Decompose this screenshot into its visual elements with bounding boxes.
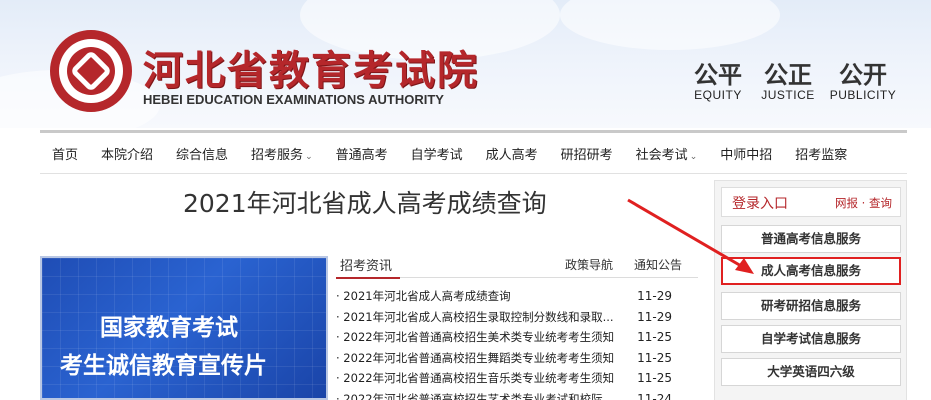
nav-item-social-exam[interactable]: 社会考试 ⌄ — [624, 144, 709, 163]
list-item[interactable]: · 2022年河北省普通高校招生音乐类专业统考考生须知 11-25 — [336, 368, 698, 389]
list-item[interactable]: · 2022年河北省普通高校招生艺术类专业考试和校际... 11-24 — [336, 389, 698, 400]
exam-authority-seal-icon[interactable] — [50, 30, 132, 112]
motto-justice: 公正 JUSTICE — [753, 60, 823, 103]
page-title: 2021年河北省成人高考成绩查询 — [183, 189, 547, 218]
nav-item-label: 研招研考 — [560, 147, 613, 163]
news-title[interactable]: · 2021年河北省成人高考成绩查询 — [336, 288, 632, 304]
header-cloud-decoration — [560, 0, 780, 50]
tab-admission-news[interactable]: 招考资讯 — [335, 255, 401, 279]
service-sidebar: 登录入口 网报 · 查询 普通高考信息服务 成人高考信息服务 研考研招信息服务 … — [714, 180, 907, 400]
motto-equity: 公平 EQUITY — [683, 60, 753, 103]
news-list: · 2021年河北省成人高考成绩查询 11-29 · 2021年河北省成人高校招生… — [336, 286, 698, 400]
motto-publicity: 公开 PUBLICITY — [828, 60, 898, 103]
nav-item-admission-service[interactable]: 招考服务 ⌄ — [239, 144, 324, 163]
nav-item-label: 社会考试 — [635, 147, 688, 163]
news-title[interactable]: · 2022年河北省普通高校招生音乐类专业统考考生须知 — [336, 370, 632, 386]
chevron-down-icon: ⌄ — [689, 151, 698, 162]
service-button-graduate-exam[interactable]: 研考研招信息服务 — [721, 292, 901, 320]
login-entry-header: 登录入口 网报 · 查询 — [721, 187, 901, 217]
news-title[interactable]: · 2022年河北省普通高校招生美术类专业统考考生须知 — [336, 329, 632, 345]
nav-item-label: 本院介绍 — [101, 147, 154, 163]
login-entry-title[interactable]: 登录入口 — [732, 193, 788, 213]
motto-equity-cn: 公平 — [694, 60, 742, 89]
nav-item-gaokao[interactable]: 普通高考 — [324, 144, 399, 163]
nav-item-adult-exam[interactable]: 成人高考 — [474, 144, 549, 163]
nav-item-about[interactable]: 本院介绍 — [89, 144, 164, 163]
site-name-en: HEBEI EDUCATION EXAMINATIONS AUTHORITY — [143, 92, 444, 107]
news-title[interactable]: · 2022年河北省普通高校招生舞蹈类专业统考考生须知 — [336, 350, 632, 366]
motto-publicity-en: PUBLICITY — [829, 88, 897, 102]
nav-item-self-study[interactable]: 自学考试 — [399, 144, 474, 163]
news-date: 11-29 — [637, 309, 672, 324]
site-header: 河北省教育考试院 HEBEI EDUCATION EXAMINATIONS AU… — [0, 0, 931, 140]
tab-notices[interactable]: 通知公告 — [634, 256, 682, 273]
banner-line2: 考生诚信教育宣传片 — [60, 353, 267, 379]
tab-policy-guide[interactable]: 政策导航 — [565, 256, 613, 273]
news-tabs: 招考资讯 政策导航 通知公告 — [335, 252, 698, 279]
nav-item-secondary-exam[interactable]: 中师中招 — [708, 144, 783, 163]
nav-item-label: 中师中招 — [720, 147, 773, 163]
nav-item-label: 招考服务 — [251, 147, 304, 163]
integrity-video-banner[interactable]: 国家教育考试 考生诚信教育宣传片 — [40, 256, 328, 400]
main-nav: 首页 本院介绍 综合信息 招考服务 ⌄ 普通高考 自学考试 成人高考 研招研考 社… — [40, 130, 907, 174]
nav-item-label: 综合信息 — [176, 147, 229, 163]
list-item[interactable]: · 2021年河北省成人高校招生录取控制分数线和录取... 11-29 — [336, 307, 698, 328]
service-button-self-study[interactable]: 自学考试信息服务 — [721, 325, 901, 353]
nav-item-label: 普通高考 — [335, 147, 388, 163]
news-panel: 招考资讯 政策导航 通知公告 · 2021年河北省成人高考成绩查询 11-29 ·… — [335, 252, 698, 400]
nav-item-home[interactable]: 首页 — [40, 144, 89, 163]
login-entry-links[interactable]: 网报 · 查询 — [835, 195, 892, 211]
news-date: 11-24 — [637, 391, 672, 400]
news-date: 11-25 — [637, 371, 672, 386]
news-title[interactable]: · 2021年河北省成人高校招生录取控制分数线和录取... — [336, 309, 632, 325]
motto-justice-en: JUSTICE — [761, 88, 815, 102]
banner-line1: 国家教育考试 — [100, 315, 238, 341]
service-button-cet[interactable]: 大学英语四六级 — [721, 358, 901, 386]
nav-item-label: 首页 — [52, 147, 79, 163]
motto-justice-cn: 公正 — [764, 60, 812, 89]
chevron-down-icon: ⌄ — [305, 151, 313, 162]
service-button-gaokao[interactable]: 普通高考信息服务 — [721, 225, 901, 253]
list-item[interactable]: · 2022年河北省普通高校招生美术类专业统考考生须知 11-25 — [336, 327, 698, 348]
list-item[interactable]: · 2021年河北省成人高考成绩查询 11-29 — [336, 286, 698, 307]
news-title[interactable]: · 2022年河北省普通高校招生艺术类专业考试和校际... — [336, 391, 632, 400]
service-button-adult-exam[interactable]: 成人高考信息服务 — [721, 257, 901, 285]
nav-item-graduate-exam[interactable]: 研招研考 — [549, 144, 624, 163]
nav-item-label: 成人高考 — [485, 147, 538, 163]
nav-item-label: 自学考试 — [410, 147, 463, 163]
news-date: 11-25 — [637, 330, 672, 345]
motto-publicity-cn: 公开 — [839, 60, 887, 89]
nav-item-label: 招考监察 — [795, 147, 848, 163]
site-name-cn[interactable]: 河北省教育考试院 — [143, 38, 479, 96]
motto-equity-en: EQUITY — [694, 88, 742, 102]
nav-item-supervision[interactable]: 招考监察 — [783, 144, 858, 163]
news-date: 11-25 — [637, 350, 672, 365]
list-item[interactable]: · 2022年河北省普通高校招生舞蹈类专业统考考生须知 11-25 — [336, 348, 698, 369]
nav-item-general-info[interactable]: 综合信息 — [164, 144, 239, 163]
news-date: 11-29 — [637, 289, 672, 304]
